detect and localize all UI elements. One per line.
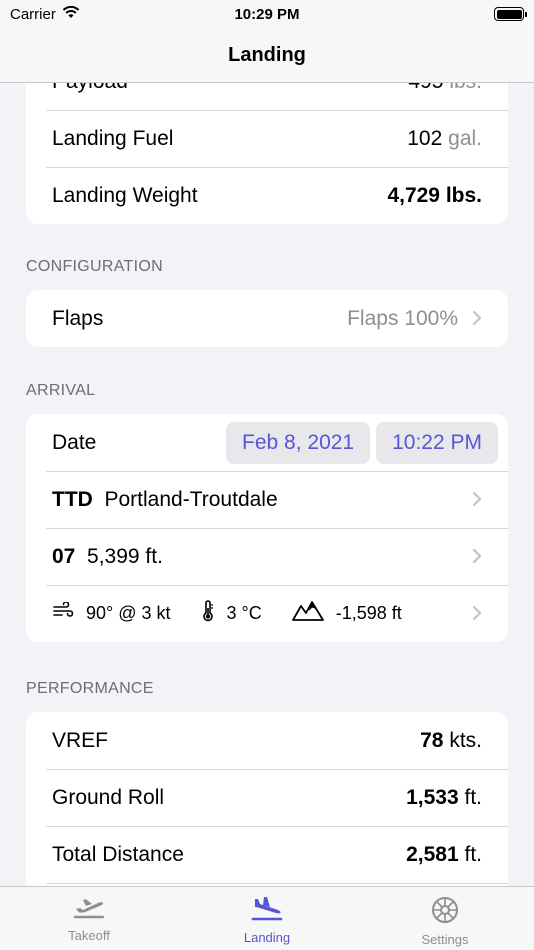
performance-header: PERFORMANCE xyxy=(26,680,154,697)
landing-icon xyxy=(250,895,284,930)
carrier-label: Carrier xyxy=(10,5,56,23)
tab-landing[interactable]: Landing xyxy=(178,887,356,950)
ground-roll-unit: ft. xyxy=(464,785,482,809)
date-label: Date xyxy=(52,430,97,454)
chevron-right-icon xyxy=(472,544,482,570)
ground-roll-value: 1,533 xyxy=(406,785,459,809)
landing-fuel-unit: gal. xyxy=(448,126,482,150)
landing-weight-label: Landing Weight xyxy=(52,183,198,207)
total-distance-value: 2,581 xyxy=(406,842,459,866)
airport-row[interactable]: TTD Portland-Troutdale xyxy=(26,471,508,528)
page-title: Landing xyxy=(228,43,306,66)
chevron-right-icon xyxy=(472,487,482,513)
runway-number: 07 xyxy=(52,544,76,568)
airport-code: TTD xyxy=(52,487,93,511)
total-distance-row: Total Distance 2,581 ft. xyxy=(26,826,508,883)
landing-fuel-value: 102 xyxy=(407,126,443,150)
wifi-icon xyxy=(62,5,80,23)
arrival-header: ARRIVAL xyxy=(26,382,96,399)
chevron-right-icon xyxy=(472,306,482,332)
battery-icon xyxy=(494,7,527,21)
airport-name: Portland-Troutdale xyxy=(104,487,278,511)
arrival-card: Date Feb 8, 2021 10:22 PM TTD Portland-T… xyxy=(26,414,508,642)
ground-roll-row: Ground Roll 1,533 ft. xyxy=(26,769,508,826)
vref-value: 78 xyxy=(420,728,444,752)
landing-fuel-row[interactable]: Landing Fuel 102 gal. xyxy=(26,110,508,167)
mountain-icon xyxy=(291,601,324,626)
flaps-label: Flaps xyxy=(52,306,104,330)
date-picker-button[interactable]: Feb 8, 2021 xyxy=(226,421,371,464)
time-picker-button[interactable]: 10:22 PM xyxy=(376,421,498,464)
total-distance-label: Total Distance xyxy=(52,842,184,866)
chevron-right-icon xyxy=(472,601,482,627)
thermometer-icon xyxy=(201,600,215,627)
tab-bar: Takeoff Landing Settings xyxy=(0,886,534,950)
takeoff-icon xyxy=(72,895,106,928)
density-altitude-value: -1,598 ft xyxy=(335,603,402,623)
landing-weight-value: 4,729 lbs. xyxy=(387,183,482,207)
tab-landing-label: Landing xyxy=(243,930,291,945)
wind-value: 90° @ 3 kt xyxy=(86,603,171,623)
wind-icon xyxy=(52,601,74,625)
ground-roll-label: Ground Roll xyxy=(52,785,165,809)
flaps-row[interactable]: Flaps Flaps 100% xyxy=(26,290,508,347)
landing-fuel-label: Landing Fuel xyxy=(52,126,174,150)
status-bar: Carrier 10:29 PM xyxy=(0,0,534,28)
configuration-header: CONFIGURATION xyxy=(26,258,163,275)
status-time: 10:29 PM xyxy=(234,5,300,23)
configuration-card: Flaps Flaps 100% xyxy=(26,290,508,347)
landing-weight-row: Landing Weight 4,729 lbs. xyxy=(26,167,508,224)
runway-row[interactable]: 07 5,399 ft. xyxy=(26,528,508,585)
tab-takeoff-label: Takeoff xyxy=(68,928,110,943)
runway-length: 5,399 ft. xyxy=(87,544,163,568)
tab-settings[interactable]: Settings xyxy=(356,887,534,950)
vref-row: VREF 78 kts. xyxy=(26,712,508,769)
date-row: Date Feb 8, 2021 10:22 PM xyxy=(26,414,508,471)
vref-label: VREF xyxy=(52,728,109,752)
tab-takeoff[interactable]: Takeoff xyxy=(0,887,178,950)
weather-row[interactable]: 90° @ 3 kt 3 °C -1,598 ft xyxy=(26,585,508,642)
navigation-bar: Landing xyxy=(0,28,534,83)
flaps-value: Flaps 100% xyxy=(347,306,458,330)
vref-unit: kts. xyxy=(449,728,482,752)
temperature-value: 3 °C xyxy=(226,603,262,623)
tab-settings-label: Settings xyxy=(421,932,469,947)
total-distance-unit: ft. xyxy=(464,842,482,866)
gear-icon xyxy=(430,895,460,932)
scroll-content[interactable]: Payload 495 lbs. Landing Fuel 102 gal. L… xyxy=(0,0,534,950)
